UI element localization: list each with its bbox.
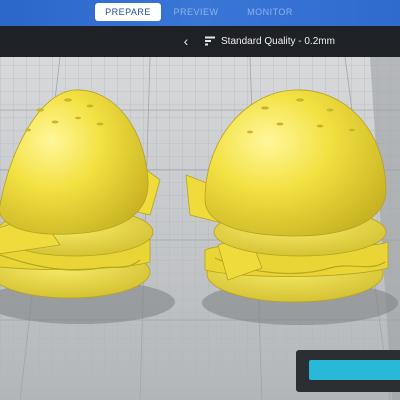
tab-monitor[interactable]: MONITOR [236, 3, 304, 21]
print-profile-label[interactable]: Standard Quality - 0.2mm [221, 26, 335, 57]
slice-button[interactable] [309, 360, 400, 380]
chevron-left-icon[interactable]: ‹ [178, 26, 194, 57]
stage-tab-bar: PREPARE PREVIEW MONITOR [0, 0, 400, 26]
print-profile-icon [205, 36, 215, 46]
build-plate-viewport[interactable] [0, 57, 400, 400]
tab-preview[interactable]: PREVIEW [165, 3, 227, 21]
print-settings-bar: ‹ Standard Quality - 0.2mm [0, 26, 400, 57]
action-panel [296, 350, 400, 392]
tab-prepare[interactable]: PREPARE [95, 3, 161, 21]
